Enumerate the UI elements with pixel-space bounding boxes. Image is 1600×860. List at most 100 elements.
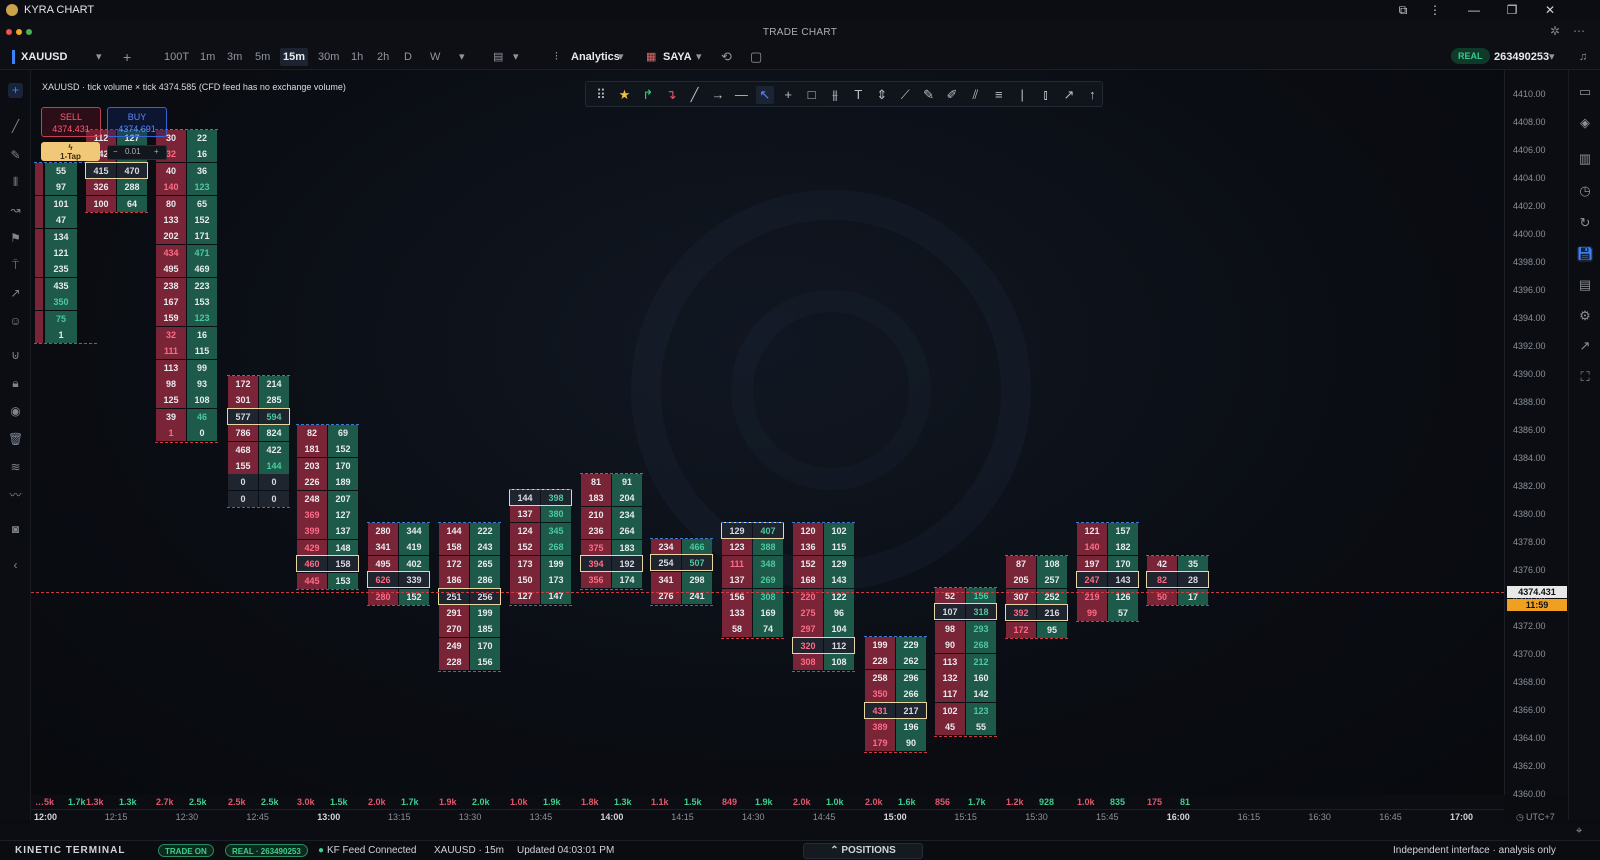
- template-icon[interactable]: ▦: [643, 48, 659, 66]
- account-dropdown-icon[interactable]: ▾: [1546, 48, 1558, 66]
- footprint-ask-cell[interactable]: 153: [328, 572, 358, 589]
- footprint-ask-cell[interactable]: 0: [259, 474, 289, 491]
- footprint-ask-cell[interactable]: 183: [612, 539, 642, 556]
- timeframe-1m[interactable]: 1m: [197, 48, 218, 66]
- footprint-ask-cell[interactable]: 222: [470, 523, 500, 539]
- footprint-bid-cell[interactable]: 121: [1077, 523, 1107, 539]
- template-selector[interactable]: SAYA: [660, 48, 695, 66]
- footprint-bid-cell[interactable]: 399: [297, 523, 327, 540]
- footprint-bid-cell[interactable]: 275: [793, 605, 823, 621]
- footprint-ask-cell[interactable]: 170: [328, 457, 358, 474]
- footprint-bid-cell[interactable]: 210: [581, 506, 611, 523]
- timezone-selector[interactable]: UTC+7: [1526, 812, 1555, 822]
- footprint-ask-cell[interactable]: 147: [541, 588, 571, 605]
- layers-icon[interactable]: ≋: [8, 460, 23, 475]
- footprint-ask-cell[interactable]: 288: [117, 179, 147, 196]
- footprint-ask-cell[interactable]: 173: [541, 572, 571, 588]
- footprint-bid-cell[interactable]: 202: [156, 228, 186, 245]
- footprint-bid-cell[interactable]: 181: [297, 441, 327, 458]
- footprint-ask-cell[interactable]: 0: [259, 490, 289, 507]
- arrow-right-icon[interactable]: →: [709, 86, 727, 104]
- footprint-ask-cell[interactable]: 268: [966, 637, 996, 654]
- footprint-ask-cell[interactable]: 241: [682, 588, 712, 605]
- footprint-ask-cell[interactable]: 156: [470, 654, 500, 671]
- fullscreen-icon[interactable]: ⛶: [1577, 369, 1593, 385]
- footprint-bid-cell[interactable]: 356: [581, 572, 611, 589]
- footprint-bid-cell[interactable]: [35, 163, 43, 179]
- extensions-icon[interactable]: ⧉: [1387, 0, 1419, 20]
- footprint-bid-cell[interactable]: [35, 245, 43, 261]
- footprint-ask-cell[interactable]: 1: [45, 327, 77, 343]
- footprint-ask-cell[interactable]: 182: [1108, 539, 1138, 556]
- footprint-bid-cell[interactable]: 172: [228, 376, 258, 392]
- footprint-ask-cell[interactable]: 380: [541, 506, 571, 523]
- footprint-bid-cell[interactable]: 137: [722, 572, 752, 589]
- chart-type-dropdown-icon[interactable]: ▾: [510, 48, 522, 66]
- footprint-ask-cell[interactable]: 235: [45, 261, 77, 278]
- parallel-channel-icon[interactable]: ⫽: [966, 86, 984, 104]
- footprint-bid-cell[interactable]: 136: [793, 539, 823, 556]
- footprint-ask-cell[interactable]: 129: [824, 555, 854, 572]
- footprint-ask-cell[interactable]: 269: [753, 572, 783, 589]
- footprint-bid-cell[interactable]: 203: [297, 457, 327, 474]
- footprint-ask-cell[interactable]: 65: [187, 195, 217, 212]
- footprint-ask-cell[interactable]: 223: [187, 277, 217, 294]
- timeframe-5m[interactable]: 5m: [252, 48, 273, 66]
- text-icon[interactable]: T: [849, 86, 867, 104]
- footprint-bid-cell[interactable]: 111: [156, 343, 186, 360]
- symbol-selector[interactable]: XAUUSD: [18, 48, 70, 66]
- trendline-icon[interactable]: ╱: [8, 119, 23, 134]
- footprint-bid-cell[interactable]: 144: [439, 523, 469, 539]
- footprint-bid-cell[interactable]: 158: [439, 539, 469, 556]
- footprint-bid-cell[interactable]: [35, 277, 43, 294]
- footprint-bid-cell[interactable]: 132: [935, 670, 965, 686]
- snapshot-frame-icon[interactable]: ▢: [747, 48, 765, 66]
- footprint-ask-cell[interactable]: 102: [824, 523, 854, 539]
- footprint-ask-cell[interactable]: 422: [259, 441, 289, 458]
- footprint-ask-cell[interactable]: 0: [187, 425, 217, 442]
- footprint-bid-cell[interactable]: 326: [86, 179, 116, 196]
- footprint-ask-cell[interactable]: 266: [896, 686, 926, 703]
- footprint-bid-cell[interactable]: 199: [865, 637, 895, 653]
- footprint-bid-cell[interactable]: 197: [1077, 555, 1107, 572]
- footprint-ask-cell[interactable]: 46: [187, 408, 217, 425]
- kebab-menu-icon[interactable]: ⋮: [1419, 0, 1451, 20]
- footprint-ask-cell[interactable]: 199: [541, 555, 571, 572]
- footprint-ask-cell[interactable]: 144: [259, 458, 289, 474]
- measure-icon[interactable]: ⇕: [873, 86, 891, 104]
- flag-icon[interactable]: ⚑: [8, 231, 23, 246]
- footprint-bid-cell[interactable]: 228: [439, 654, 469, 671]
- footprint-bid-cell[interactable]: 369: [297, 507, 327, 523]
- footprint-bid-cell[interactable]: 58: [722, 621, 752, 638]
- footprint-ask-cell[interactable]: 152: [328, 441, 358, 458]
- save-icon[interactable]: 💾︎: [1577, 246, 1594, 262]
- footprint-ask-cell[interactable]: 101: [45, 195, 77, 212]
- crosshair-icon[interactable]: +: [779, 86, 797, 104]
- footprint-ask-cell[interactable]: 108: [187, 392, 217, 409]
- footprint-ask-cell[interactable]: 74: [753, 621, 783, 638]
- footprint-bid-cell[interactable]: 183: [581, 490, 611, 507]
- footprint-ask-cell[interactable]: 170: [1108, 555, 1138, 572]
- footprint-bid-cell[interactable]: 137: [510, 506, 540, 523]
- footprint-bid-cell[interactable]: 133: [156, 212, 186, 228]
- footprint-ask-cell[interactable]: 47: [45, 212, 77, 229]
- fib-retracement-icon[interactable]: ⫵: [826, 86, 844, 104]
- footprint-ask-cell[interactable]: 104: [824, 621, 854, 638]
- footprint-ask-cell[interactable]: 148: [328, 539, 358, 556]
- crosshair-icon[interactable]: +: [8, 83, 23, 98]
- footprint-ask-cell[interactable]: 93: [187, 376, 217, 392]
- buy-button[interactable]: BUY 4374.691: [107, 107, 167, 137]
- footprint-ask-cell[interactable]: 204: [612, 490, 642, 507]
- footprint-bid-cell[interactable]: 40: [156, 162, 186, 179]
- rectangle-icon[interactable]: □: [803, 86, 821, 104]
- analytics-icon[interactable]: ⫶: [552, 48, 561, 66]
- footprint-ask-cell[interactable]: 345: [541, 522, 571, 539]
- footprint-bid-cell[interactable]: 81: [581, 474, 611, 490]
- footprint-bid-cell[interactable]: 0: [228, 490, 258, 507]
- footprint-ask-cell[interactable]: 55: [966, 719, 996, 736]
- footprint-bid-cell[interactable]: 87: [1006, 556, 1036, 572]
- chart-icon[interactable]: ▥: [1577, 151, 1593, 167]
- timeframe-D[interactable]: D: [401, 48, 415, 66]
- timeframe-30m[interactable]: 30m: [315, 48, 342, 66]
- footprint-ask-cell[interactable]: 419: [399, 539, 429, 556]
